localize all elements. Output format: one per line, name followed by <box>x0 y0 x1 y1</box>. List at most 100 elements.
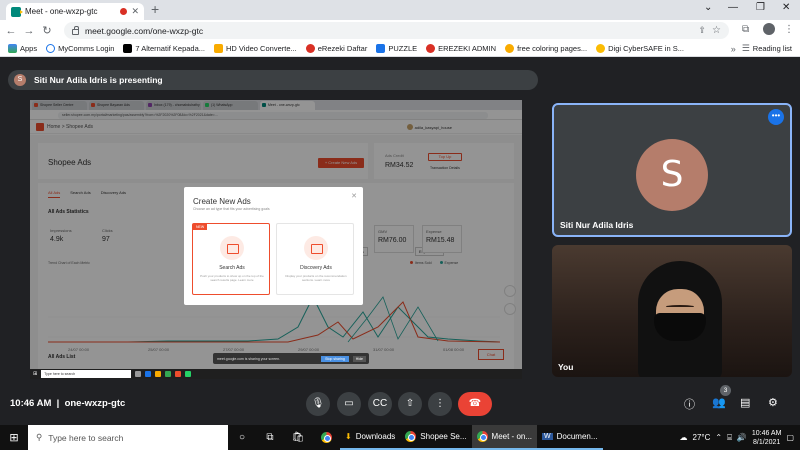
shared-taskbar-icon <box>175 371 182 377</box>
bookmark-apps[interactable]: Apps <box>8 44 37 53</box>
more-vert-icon: ⋮ <box>435 398 445 409</box>
reading-list-button[interactable]: ☰ Reading list <box>742 43 792 54</box>
word-logo-icon: W <box>542 433 553 440</box>
share-icon[interactable]: ⇪ <box>698 25 706 36</box>
more-options-button[interactable]: ⋮ <box>428 392 452 416</box>
screen-share-bar: meet.google.com is sharing your screen. … <box>213 353 369 364</box>
eyes-shape <box>666 305 694 308</box>
recording-dot-icon <box>120 8 128 15</box>
chat-icon[interactable]: ▤ <box>740 396 750 409</box>
present-icon: ⇧ <box>405 398 415 409</box>
bookmark-hd-video[interactable]: HD Video Converte... <box>214 44 297 53</box>
tray-overflow-icon[interactable]: ⌃ <box>715 433 722 442</box>
back-icon[interactable]: ← <box>2 25 20 37</box>
tab-title: Meet - one-wxzp-gtc <box>25 7 98 16</box>
camera-button[interactable]: ▭ <box>337 392 361 416</box>
bookmark-star-icon[interactable]: ☆ <box>712 25 721 36</box>
shared-screen[interactable]: Shopee Seller Centre Shopee Bayaran Ads … <box>30 100 522 379</box>
meeting-details-icon[interactable]: ⓘ <box>684 396 695 412</box>
tab-close-icon[interactable]: ✕ <box>131 6 139 17</box>
modal-close-icon[interactable]: ✕ <box>351 192 357 200</box>
microphone-button[interactable]: 🎙 <box>306 392 330 416</box>
tab-search-icon[interactable]: ⌄ <box>704 2 712 13</box>
coloring-logo-icon <box>505 44 515 53</box>
shared-taskbar-icon <box>135 371 142 377</box>
discovery-ads-icon <box>304 236 328 260</box>
bookmarks-more-icon[interactable]: » <box>731 44 736 54</box>
taskbar-search-box[interactable]: ⚲ Type here to search <box>28 425 228 450</box>
address-bar[interactable]: meet.google.com/one-wxzp-gtc ⇪ ☆ <box>64 22 729 39</box>
chrome-menu-icon[interactable]: ⋮ <box>784 24 794 35</box>
microphone-icon: 🎙 <box>311 398 325 409</box>
globe-icon <box>46 44 56 53</box>
self-camera-person <box>632 261 728 377</box>
bookmark-coloring[interactable]: free coloring pages... <box>505 44 587 53</box>
forward-icon[interactable]: → <box>20 25 38 37</box>
shared-taskbar-icon <box>165 371 172 377</box>
minimize-icon[interactable]: — <box>728 2 738 13</box>
participant-name: Siti Nur Adila Idris <box>560 220 634 230</box>
shared-taskbar-search: Type here to search <box>41 370 132 378</box>
network-icon[interactable]: ⌸ <box>727 433 732 443</box>
erezeki-admin-icon <box>426 44 436 53</box>
close-window-icon[interactable]: ✕ <box>782 2 790 13</box>
task-view-icon[interactable]: ⧉ <box>256 425 284 450</box>
taskbar-app-shopee[interactable]: Shopee Se... <box>400 425 472 450</box>
shared-taskbar-icon <box>145 371 152 377</box>
windows-start-icon[interactable]: ⊞ <box>0 431 28 444</box>
hang-up-icon: ☎ <box>468 398 482 409</box>
bookmark-erezeki-admin[interactable]: EREZEKI ADMIN <box>426 44 496 53</box>
w-logo-icon <box>123 44 133 53</box>
download-arrow-icon: ⬇ <box>345 432 352 441</box>
taskbar-app-word[interactable]: W Documen... <box>537 425 603 450</box>
puzzle-logo-icon <box>376 44 386 53</box>
weather-icon: ☁ <box>679 433 688 442</box>
hide-share-bar-button[interactable]: Hide <box>352 355 366 362</box>
bookmark-mycomms[interactable]: MyComms Login <box>46 44 114 53</box>
reading-list-icon: ☰ <box>741 43 750 53</box>
shared-start-icon: ⊞ <box>33 371 38 377</box>
taskbar-app-meet[interactable]: Meet - on... <box>471 425 538 450</box>
taskbar-search-placeholder: Type here to search <box>48 432 124 443</box>
activities-icon[interactable]: ⚙ <box>768 396 778 409</box>
weather-temp[interactable]: 27°C <box>693 433 711 442</box>
notifications-icon[interactable]: ▢ <box>786 433 794 442</box>
meet-favicon-icon <box>11 6 23 17</box>
bookmark-erezeki-daftar[interactable]: eRezeki Daftar <box>305 44 367 53</box>
new-tab-icon[interactable]: + <box>151 1 159 17</box>
store-icon[interactable]: 🛍 <box>284 425 312 450</box>
cortana-icon[interactable]: ○ <box>228 425 256 450</box>
profile-avatar[interactable] <box>763 23 775 35</box>
create-new-ads-modal: ✕ Create New Ads Choose an ad type that … <box>184 187 363 305</box>
share-bar-text: meet.google.com is sharing your screen. <box>217 356 281 361</box>
presenting-banner: S Siti Nur Adila Idris is presenting <box>8 70 538 90</box>
leave-call-button[interactable]: ☎ <box>458 392 492 416</box>
reload-icon[interactable]: ↻ <box>38 24 56 37</box>
bookmarks-bar: Apps MyComms Login 7 Alternatif Kepada..… <box>0 41 800 57</box>
participant-tile-self[interactable]: You <box>552 245 792 377</box>
camera-icon: ▭ <box>344 398 354 409</box>
stop-sharing-button[interactable]: Stop sharing <box>321 355 349 362</box>
browser-tab-meet[interactable]: Meet - one-wxzp-gtc ✕ <box>6 3 144 20</box>
discovery-ads-option[interactable]: Discovery Ads Display your products on t… <box>276 223 354 295</box>
participant-tile-presenter[interactable]: S ••• Siti Nur Adila Idris <box>552 103 792 237</box>
more-options-icon[interactable]: ••• <box>768 109 784 125</box>
taskbar-app-downloads[interactable]: ⬇ Downloads <box>340 425 401 450</box>
extensions-icon[interactable]: ⧉ <box>742 24 749 35</box>
self-label: You <box>558 362 574 372</box>
volume-icon[interactable]: 🔊 <box>737 433 747 442</box>
taskbar-clock[interactable]: 10:46 AM 8/1/2021 <box>752 429 782 447</box>
bookmark-digi[interactable]: Digi CyberSAFE in S... <box>596 44 684 53</box>
bookmark-alternatif[interactable]: 7 Alternatif Kepada... <box>123 44 205 53</box>
participant-avatar: S <box>636 139 708 211</box>
erezeki-logo-icon <box>305 44 315 53</box>
bookmark-puzzle[interactable]: PUZZLE <box>376 44 417 53</box>
people-count-badge: 3 <box>720 385 731 396</box>
chrome-taskbar-icon[interactable] <box>312 425 340 450</box>
digi-logo-icon <box>596 44 606 53</box>
search-ads-option[interactable]: NEW Search Ads Push your products to sho… <box>192 223 270 295</box>
maximize-icon[interactable]: ❐ <box>756 2 765 13</box>
present-now-button[interactable]: ⇧ <box>398 392 422 416</box>
captions-button[interactable]: CC <box>368 392 392 416</box>
people-icon[interactable]: 👥 <box>712 396 726 409</box>
